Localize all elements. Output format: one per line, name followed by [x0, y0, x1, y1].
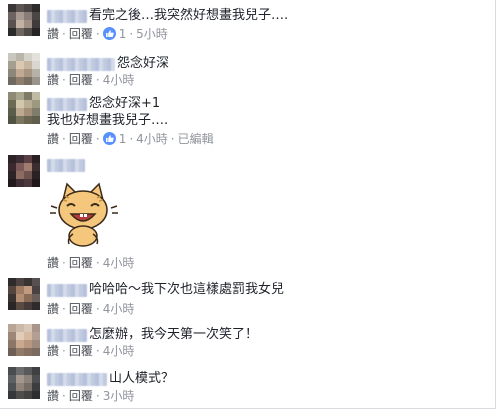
- edited-label[interactable]: 已編輯: [178, 132, 214, 146]
- commenter-name[interactable]: [47, 58, 115, 71]
- timestamp[interactable]: 4小時: [103, 344, 135, 358]
- commenter-name[interactable]: [47, 10, 87, 23]
- reply-link[interactable]: 回覆: [69, 256, 93, 270]
- commenter-name[interactable]: [47, 373, 107, 386]
- laughing-cat-sticker-icon: [50, 182, 118, 247]
- comment-actions: 讚 · 回覆 · 3小時: [47, 389, 135, 403]
- like-link[interactable]: 讚: [47, 344, 59, 358]
- commenter-name[interactable]: [47, 159, 85, 172]
- comment-text: 怎麼辦，我今天第一次笑了！: [89, 327, 259, 342]
- timestamp[interactable]: 4小時: [136, 132, 168, 146]
- like-link[interactable]: 讚: [47, 27, 59, 41]
- reply-link[interactable]: 回覆: [69, 73, 93, 87]
- reply-link[interactable]: 回覆: [69, 389, 93, 403]
- comment-actions: 讚 · 回覆 · 1 · 5小時: [47, 27, 168, 41]
- avatar[interactable]: [8, 92, 40, 124]
- like-link[interactable]: 讚: [47, 73, 59, 87]
- commenter-name[interactable]: [47, 284, 87, 297]
- like-count[interactable]: 1: [119, 132, 127, 146]
- like-link[interactable]: 讚: [47, 389, 59, 403]
- reply-link[interactable]: 回覆: [69, 132, 93, 146]
- like-link[interactable]: 讚: [47, 256, 59, 270]
- reply-link[interactable]: 回覆: [69, 344, 93, 358]
- comment-thread: 看完之後…我突然好想畫我兒子…. 讚 · 回覆 · 1 · 5小時 怨念好深 讚 · 回覆 · 4小…: [0, 0, 496, 409]
- comment-text: 怨念好深: [117, 56, 170, 71]
- comment-text: 山人模式？: [109, 371, 175, 386]
- timestamp[interactable]: 4小時: [103, 73, 135, 87]
- like-link[interactable]: 讚: [47, 132, 59, 146]
- thumbs-up-icon[interactable]: [102, 132, 116, 145]
- timestamp[interactable]: 5小時: [136, 27, 168, 41]
- comment-text: 怨念好深+1: [89, 96, 161, 111]
- timestamp[interactable]: 4小時: [103, 302, 135, 316]
- commenter-name[interactable]: [47, 329, 87, 342]
- reply-link[interactable]: 回覆: [69, 27, 93, 41]
- avatar[interactable]: [8, 53, 40, 85]
- timestamp[interactable]: 3小時: [103, 389, 135, 403]
- timestamp[interactable]: 4小時: [103, 256, 135, 270]
- avatar[interactable]: [8, 155, 40, 187]
- like-count[interactable]: 1: [119, 27, 127, 41]
- comment-actions: 讚 · 回覆 · 4小時: [47, 73, 135, 87]
- avatar[interactable]: [8, 278, 40, 310]
- avatar[interactable]: [8, 4, 40, 36]
- commenter-name[interactable]: [47, 98, 87, 111]
- thumbs-up-icon[interactable]: [102, 27, 116, 40]
- comment-text: 哈哈哈～我下次也這樣處罰我女兒: [89, 282, 285, 297]
- avatar[interactable]: [8, 324, 40, 356]
- reply-link[interactable]: 回覆: [69, 302, 93, 316]
- comment-text: 看完之後…我突然好想畫我兒子….: [89, 8, 289, 23]
- comment-text-line-2: 我也好想畫我兒子….: [47, 113, 169, 128]
- comment-actions: 讚 · 回覆 · 4小時: [47, 302, 135, 316]
- comment-actions: 讚 · 回覆 · 4小時: [47, 344, 135, 358]
- avatar[interactable]: [8, 367, 40, 399]
- comment-actions: 讚 · 回覆 · 1 · 4小時 · 已編輯: [47, 132, 214, 146]
- like-link[interactable]: 讚: [47, 302, 59, 316]
- comment-actions: 讚 · 回覆 · 4小時: [47, 256, 135, 270]
